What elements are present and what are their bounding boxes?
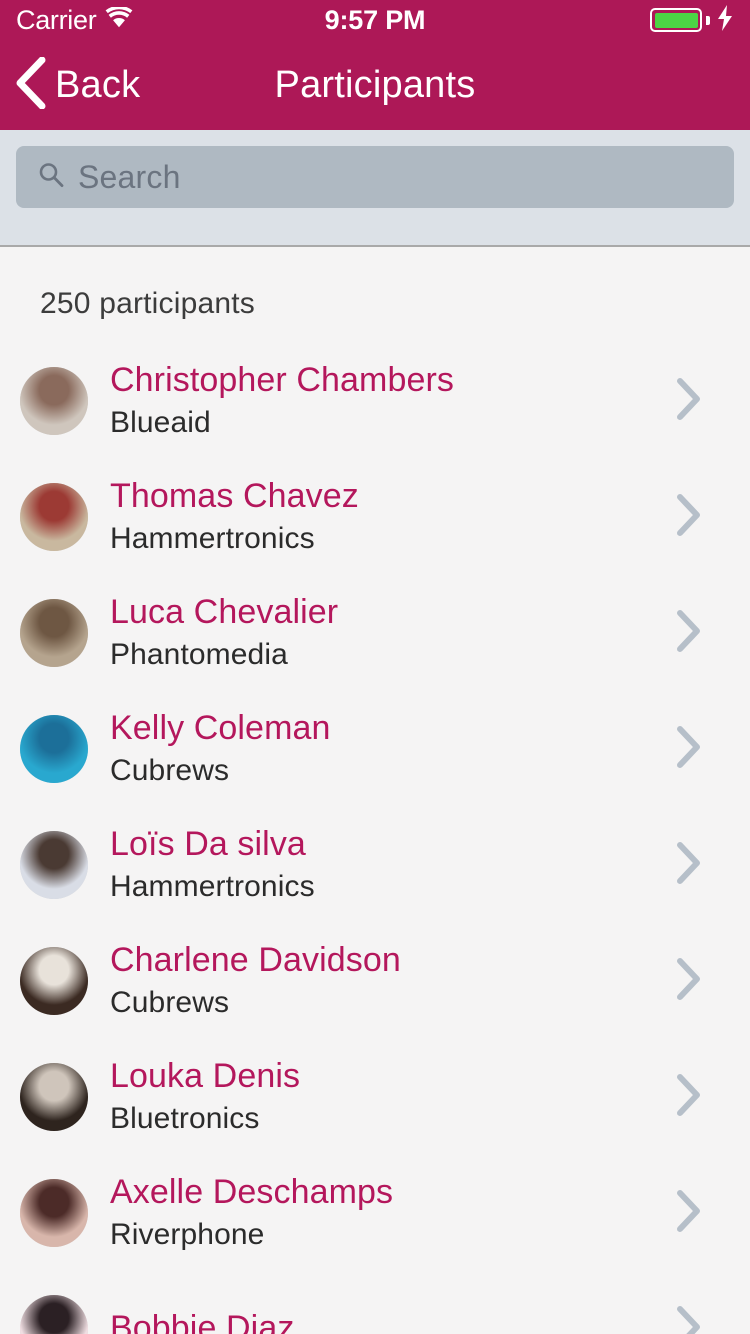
wifi-icon (105, 5, 133, 33)
back-button-label: Back (55, 63, 141, 106)
list-item[interactable]: Christopher Chambers Blueaid (0, 343, 750, 459)
list-item-text: Loïs Da silva Hammertronics (110, 824, 676, 905)
navigation-bar: Back Participants (0, 40, 750, 130)
chevron-right-icon (676, 1189, 702, 1238)
avatar (20, 1295, 88, 1334)
list-item-text: Axelle Deschamps Riverphone (110, 1172, 676, 1253)
chevron-right-icon (676, 1305, 702, 1334)
participant-name: Charlene Davidson (110, 941, 401, 980)
participant-organization: Cubrews (110, 985, 230, 1019)
list-item[interactable]: Kelly Coleman Cubrews (0, 691, 750, 807)
avatar (20, 1179, 88, 1247)
list-item[interactable]: Bobbie Diaz (0, 1271, 750, 1334)
list-item[interactable]: Luca Chevalier Phantomedia (0, 575, 750, 691)
participant-organization: Blueaid (110, 405, 211, 439)
chevron-right-icon (676, 841, 702, 890)
list-item-text: Louka Denis Bluetronics (110, 1056, 676, 1137)
participants-count: 250 participants (40, 287, 256, 320)
avatar (20, 367, 88, 435)
chevron-right-icon (676, 725, 702, 774)
carrier-label: Carrier (16, 4, 97, 35)
participant-organization: Riverphone (110, 1217, 265, 1251)
status-bar: Carrier 9:57 PM (0, 0, 750, 40)
list-item-text: Thomas Chavez Hammertronics (110, 476, 676, 557)
search-input[interactable]: Search (16, 146, 734, 208)
search-icon (36, 160, 66, 195)
participant-rows: Christopher Chambers Blueaid Thomas Chav… (0, 321, 750, 1334)
chevron-right-icon (676, 957, 702, 1006)
chevron-right-icon (676, 377, 702, 426)
back-button[interactable]: Back (0, 56, 141, 114)
participant-name: Axelle Deschamps (110, 1173, 394, 1212)
avatar (20, 1063, 88, 1131)
lightning-bolt-icon (716, 4, 734, 36)
list-item[interactable]: Louka Denis Bluetronics (0, 1039, 750, 1155)
participant-name: Christopher Chambers (110, 361, 455, 400)
chevron-right-icon (676, 493, 702, 542)
list-item-text: Christopher Chambers Blueaid (110, 360, 676, 441)
avatar (20, 831, 88, 899)
avatar (20, 483, 88, 551)
participant-name: Kelly Coleman (110, 709, 331, 748)
chevron-left-icon (14, 56, 46, 114)
list-item[interactable]: Charlene Davidson Cubrews (0, 923, 750, 1039)
list-item[interactable]: Thomas Chavez Hammertronics (0, 459, 750, 575)
list-item-text: Kelly Coleman Cubrews (110, 708, 676, 789)
battery-full-icon (650, 8, 702, 32)
participant-organization: Hammertronics (110, 869, 315, 903)
chevron-right-icon (676, 1073, 702, 1122)
status-bar-right (650, 4, 734, 36)
participant-organization: Phantomedia (110, 637, 288, 671)
participant-organization: Bluetronics (110, 1101, 260, 1135)
chevron-right-icon (676, 609, 702, 658)
list-item[interactable]: Axelle Deschamps Riverphone (0, 1155, 750, 1271)
participant-name: Luca Chevalier (110, 593, 339, 632)
list-item-text: Luca Chevalier Phantomedia (110, 592, 676, 673)
battery-cap (706, 15, 710, 25)
participant-organization: Hammertronics (110, 521, 315, 555)
participant-name: Loïs Da silva (110, 825, 306, 864)
participant-name: Thomas Chavez (110, 477, 359, 516)
participant-name: Bobbie Diaz (110, 1308, 295, 1334)
search-placeholder: Search (78, 158, 181, 195)
search-bar-container: Search (0, 130, 750, 247)
avatar (20, 947, 88, 1015)
participants-list[interactable]: 250 participants Christopher Chambers Bl… (0, 247, 750, 1334)
list-item[interactable]: Loïs Da silva Hammertronics (0, 807, 750, 923)
list-item-text: Charlene Davidson Cubrews (110, 940, 676, 1021)
avatar (20, 599, 88, 667)
participant-name: Louka Denis (110, 1057, 301, 1096)
list-item-text: Bobbie Diaz (110, 1308, 676, 1334)
phone-screen: Carrier 9:57 PM Back Participants Search… (0, 0, 750, 1334)
participant-organization: Cubrews (110, 753, 230, 787)
status-bar-left: Carrier (16, 4, 133, 35)
avatar (20, 715, 88, 783)
